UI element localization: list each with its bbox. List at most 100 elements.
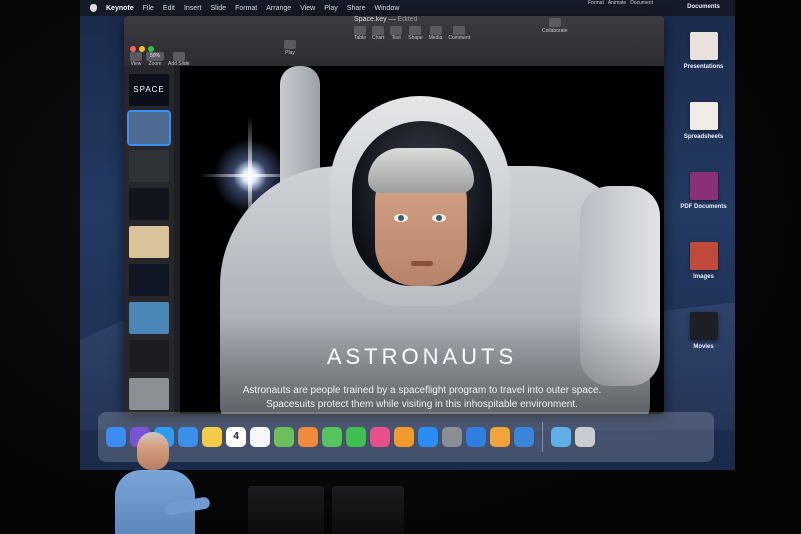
toolbar-insert-group: Table Chart Text Shape Media Comment (354, 26, 470, 41)
stage-monitor (332, 486, 404, 534)
facetime-icon[interactable] (346, 427, 366, 447)
messages-icon[interactable] (322, 427, 342, 447)
stacks-header[interactable]: Documents (672, 4, 735, 10)
shape-label: Shape (408, 35, 423, 41)
xcode-icon[interactable] (514, 427, 534, 447)
table-label: Table (354, 35, 366, 41)
pages-icon[interactable] (490, 427, 510, 447)
slide-thumbnail[interactable]: SPACE (129, 74, 169, 106)
text-button[interactable]: Text (390, 26, 403, 41)
stack-label: Movies (693, 344, 714, 350)
stack-label: Presentations (683, 64, 724, 70)
slide-thumbnail[interactable] (129, 302, 169, 334)
text-label: Text (391, 35, 401, 41)
slide-thumbnail[interactable] (129, 188, 169, 220)
stack-label: Images (693, 274, 714, 280)
trash-icon[interactable] (575, 427, 595, 447)
zoom-value: 50% (146, 52, 164, 61)
dock-separator (542, 422, 543, 452)
view-button[interactable]: View (130, 52, 142, 67)
slide-thumbnail[interactable] (127, 110, 171, 146)
menu-view[interactable]: View (300, 5, 315, 12)
media-icon (429, 26, 442, 35)
stack-presentations[interactable]: Presentations (672, 32, 735, 70)
comment-button[interactable]: Comment (448, 26, 470, 41)
dock-badge: 4 (233, 431, 239, 442)
document-tab[interactable]: Document (630, 0, 653, 6)
stack-pdf-documents[interactable]: PDF Documents (672, 172, 735, 210)
collaborate-icon (548, 18, 561, 27)
event-stage: Keynote File Edit Insert Slide Format Ar… (0, 0, 801, 534)
slide-thumbnail[interactable] (129, 378, 169, 410)
zoom-button[interactable]: 50% Zoom (146, 52, 164, 67)
slide-title[interactable]: ASTRONAUTS (180, 344, 664, 370)
menu-play[interactable]: Play (324, 5, 338, 12)
collaborate-button[interactable]: Collaborate (542, 18, 568, 34)
desktop-stacks: Documents Presentations Spreadsheets PDF D… (672, 0, 735, 410)
menu-insert[interactable]: Insert (184, 5, 202, 12)
menu-window[interactable]: Window (375, 5, 400, 12)
menu-file[interactable]: File (143, 5, 154, 12)
presentations-stack-icon (689, 32, 718, 60)
slide-thumbnail[interactable] (129, 150, 169, 182)
shape-icon (409, 26, 422, 35)
projection-screen: Keynote File Edit Insert Slide Format Ar… (80, 0, 735, 470)
apple-menu-icon[interactable] (90, 4, 97, 12)
table-button[interactable]: Table (354, 26, 366, 41)
table-icon (354, 26, 366, 35)
spreadsheets-stack-icon (689, 102, 718, 130)
add-slide-button[interactable]: Add Slide (168, 52, 189, 67)
format-tab[interactable]: Format (588, 0, 604, 6)
menu-share[interactable]: Share (347, 5, 366, 12)
astronaut-eye-right (432, 214, 446, 222)
toolbar-left-group: View 50% Zoom Add Slide (130, 52, 189, 67)
app-store-icon[interactable] (418, 427, 438, 447)
menu-app-name[interactable]: Keynote (106, 5, 134, 12)
slide-thumbnail[interactable] (129, 226, 169, 258)
shape-button[interactable]: Shape (408, 26, 423, 41)
images-stack-icon (689, 242, 718, 270)
stage-monitor (248, 486, 324, 534)
slide-canvas[interactable]: ASTRONAUTS Astronauts are people trained… (180, 66, 664, 414)
comment-icon (453, 26, 466, 35)
itunes-icon[interactable] (370, 427, 390, 447)
slide-body-text[interactable]: Astronauts are people trained by a space… (220, 384, 624, 412)
keynote-window: Space.key — Edited View 50% Zoom Add Sli… (124, 16, 664, 414)
calendar-icon[interactable]: 4 (226, 427, 246, 447)
reminders-icon[interactable] (250, 427, 270, 447)
text-icon (390, 26, 403, 35)
chart-label: Chart (372, 35, 385, 41)
chart-icon (372, 26, 385, 35)
menu-arrange[interactable]: Arrange (266, 5, 291, 12)
books-icon[interactable] (394, 427, 414, 447)
play-icon (284, 40, 296, 49)
collaborate-label: Collaborate (542, 28, 568, 34)
add-slide-icon (172, 52, 185, 61)
stack-movies[interactable]: Movies (672, 312, 735, 350)
view-icon (130, 52, 142, 61)
slide-navigator: SPACE (124, 66, 174, 414)
menu-slide[interactable]: Slide (210, 5, 226, 12)
presenter (115, 430, 211, 534)
astronaut-eye-left (394, 214, 408, 222)
system-preferences-icon[interactable] (442, 427, 462, 447)
media-button[interactable]: Media (429, 26, 442, 41)
menu-format[interactable]: Format (235, 5, 257, 12)
slide-thumbnail-title: SPACE (133, 85, 165, 94)
play-button[interactable]: Play (284, 40, 296, 56)
stack-spreadsheets[interactable]: Spreadsheets (672, 102, 735, 140)
slide-thumbnail[interactable] (129, 264, 169, 296)
animate-tab[interactable]: Animate (608, 0, 626, 6)
keynote-icon[interactable] (466, 427, 486, 447)
pdf-stack-icon (689, 172, 718, 200)
chart-button[interactable]: Chart (372, 26, 384, 41)
downloads-folder-icon[interactable] (551, 427, 571, 447)
slide-thumbnail[interactable] (129, 340, 169, 372)
stack-images[interactable]: Images (672, 242, 735, 280)
maps-icon[interactable] (274, 427, 294, 447)
stack-label: Spreadsheets (683, 134, 724, 140)
comment-label: Comment (448, 35, 471, 41)
menu-edit[interactable]: Edit (163, 5, 175, 12)
photos-icon[interactable] (298, 427, 318, 447)
document-status: Edited (397, 16, 418, 23)
